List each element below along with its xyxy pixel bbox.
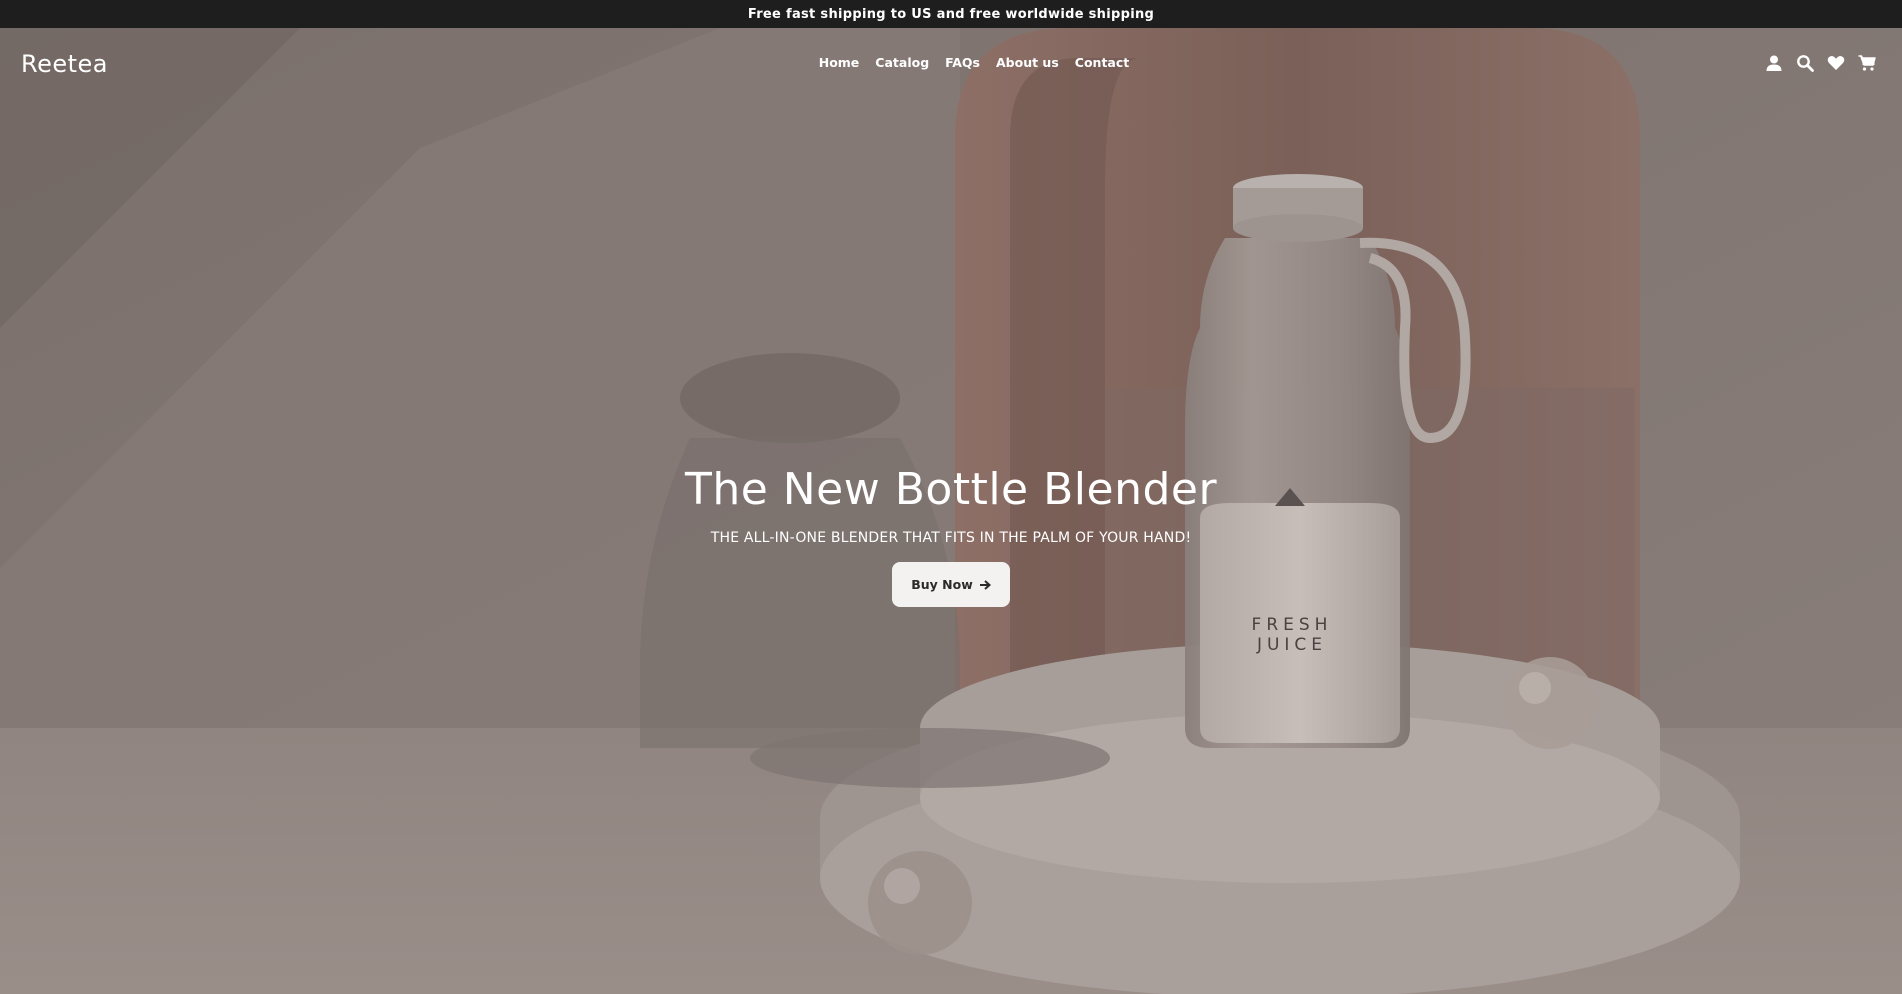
site-logo[interactable]: Reetea: [21, 50, 108, 78]
buy-now-label: Buy Now: [911, 577, 973, 592]
nav-item-about-us[interactable]: About us: [996, 55, 1059, 70]
nav-item-home[interactable]: Home: [819, 55, 860, 70]
buy-now-button[interactable]: Buy Now: [892, 562, 1010, 607]
nav-item-catalog[interactable]: Catalog: [875, 55, 929, 70]
hero-subtitle: THE ALL-IN-ONE BLENDER THAT FITS IN THE …: [710, 530, 1192, 546]
site-header: Reetea Home Catalog FAQs About us Contac…: [0, 28, 1902, 102]
nav-item-contact[interactable]: Contact: [1075, 55, 1129, 70]
cart-icon[interactable]: [1858, 54, 1876, 72]
announcement-text: Free fast shipping to US and free worldw…: [747, 6, 1155, 22]
hero-title: The New Bottle Blender: [684, 464, 1218, 515]
announcement-bar: Free fast shipping to US and free worldw…: [0, 0, 1902, 28]
product-label-line1: FRESH: [1252, 615, 1333, 635]
search-icon[interactable]: [1796, 54, 1814, 72]
product-label-line2: JUICE: [1256, 635, 1327, 655]
nav-item-faqs[interactable]: FAQs: [945, 55, 980, 70]
heart-icon[interactable]: [1827, 54, 1845, 72]
main-nav: Home Catalog FAQs About us Contact: [0, 55, 1902, 70]
header-icons: [1765, 54, 1876, 72]
hero-content: The New Bottle Blender THE ALL-IN-ONE BL…: [0, 462, 1902, 607]
account-icon[interactable]: [1765, 54, 1783, 72]
arrow-right-icon: [979, 579, 991, 591]
